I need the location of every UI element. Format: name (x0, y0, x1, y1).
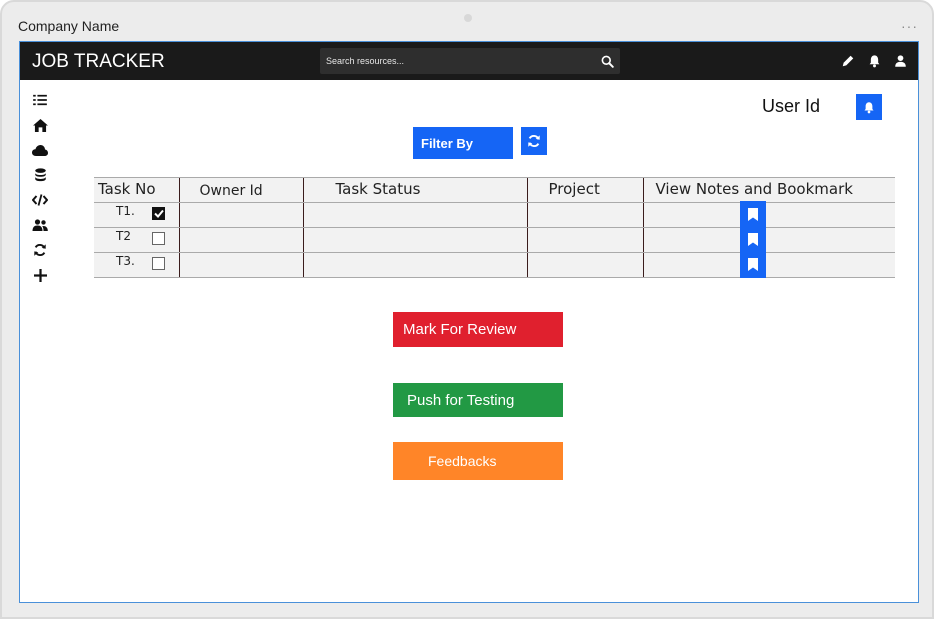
refresh-button[interactable] (521, 127, 547, 155)
search-bar (320, 48, 620, 74)
database-icon[interactable] (30, 167, 50, 183)
sidebar (30, 92, 50, 283)
camera-dot (464, 14, 472, 22)
bookmark-icon (747, 258, 758, 271)
refresh-icon (528, 134, 540, 148)
table-row: T2 (94, 226, 895, 253)
header-owner-id: Owner Id (178, 177, 303, 203)
task-checkbox[interactable] (152, 232, 165, 245)
task-id: T3. (116, 254, 135, 268)
filter-by-button[interactable]: Filter By (413, 127, 513, 159)
task-id: T1. (116, 204, 135, 218)
bookmark-button[interactable] (739, 251, 766, 278)
notes-bookmark-cell (642, 226, 895, 253)
bookmark-button[interactable] (739, 226, 766, 253)
owner-id-cell (178, 227, 303, 253)
table-row: T3. (94, 251, 895, 278)
project-cell (526, 227, 643, 253)
window-menu-dots[interactable]: ··· (901, 18, 918, 34)
mark-for-review-button[interactable]: Mark For Review (393, 312, 563, 347)
push-for-testing-button[interactable]: Push for Testing (393, 383, 563, 417)
company-name: Company Name (18, 18, 120, 34)
refresh-icon[interactable] (30, 242, 50, 258)
header-notes-bookmark: View Notes and Bookmark (642, 177, 895, 203)
task-checkbox[interactable] (152, 257, 165, 270)
feedbacks-button[interactable]: Feedbacks (393, 442, 563, 480)
bell-icon[interactable] (866, 53, 882, 69)
task-no-cell: T1. (94, 202, 179, 228)
task-status-cell (302, 202, 527, 228)
search-icon[interactable] (598, 52, 616, 70)
plus-icon[interactable] (30, 267, 50, 283)
bookmark-icon (747, 208, 758, 221)
bell-icon (864, 101, 874, 113)
home-icon[interactable] (30, 117, 50, 133)
cloud-icon[interactable] (30, 142, 50, 158)
task-table: Task No Owner Id Task Status Project Vie… (94, 177, 895, 278)
notes-bookmark-cell (642, 201, 895, 228)
code-icon[interactable] (30, 192, 50, 208)
task-id: T2 (116, 229, 131, 243)
table-header-row: Task No Owner Id Task Status Project Vie… (94, 177, 895, 203)
search-input[interactable] (320, 48, 590, 74)
task-checkbox[interactable] (152, 207, 165, 220)
project-cell (526, 202, 643, 228)
header-task-status: Task Status (302, 177, 527, 203)
notification-button[interactable] (856, 94, 882, 120)
user-icon[interactable] (892, 53, 908, 69)
table-row: T1. (94, 201, 895, 228)
users-icon[interactable] (30, 217, 50, 233)
task-status-cell (302, 227, 527, 253)
bookmark-button[interactable] (739, 201, 766, 228)
check-icon (153, 209, 164, 218)
top-navbar: JOB TRACKER (20, 42, 918, 80)
pencil-icon[interactable] (840, 53, 856, 69)
task-status-cell (302, 252, 527, 278)
list-icon[interactable] (30, 92, 50, 108)
owner-id-cell (178, 202, 303, 228)
user-id-label: User Id (762, 96, 821, 116)
header-project: Project (526, 177, 643, 203)
app-screen: JOB TRACKER Search resources... User Id … (19, 41, 919, 603)
project-cell (526, 252, 643, 278)
task-no-cell: T3. (94, 252, 179, 278)
bookmark-icon (747, 233, 758, 246)
header-task-no: Task No (94, 177, 179, 203)
owner-id-cell (178, 252, 303, 278)
device-frame: Company Name ··· JOB TRACKER Search reso… (0, 0, 934, 619)
top-actions (840, 53, 908, 69)
notes-bookmark-cell (642, 251, 895, 278)
app-title: JOB TRACKER (32, 51, 165, 72)
task-no-cell: T2 (94, 227, 179, 253)
